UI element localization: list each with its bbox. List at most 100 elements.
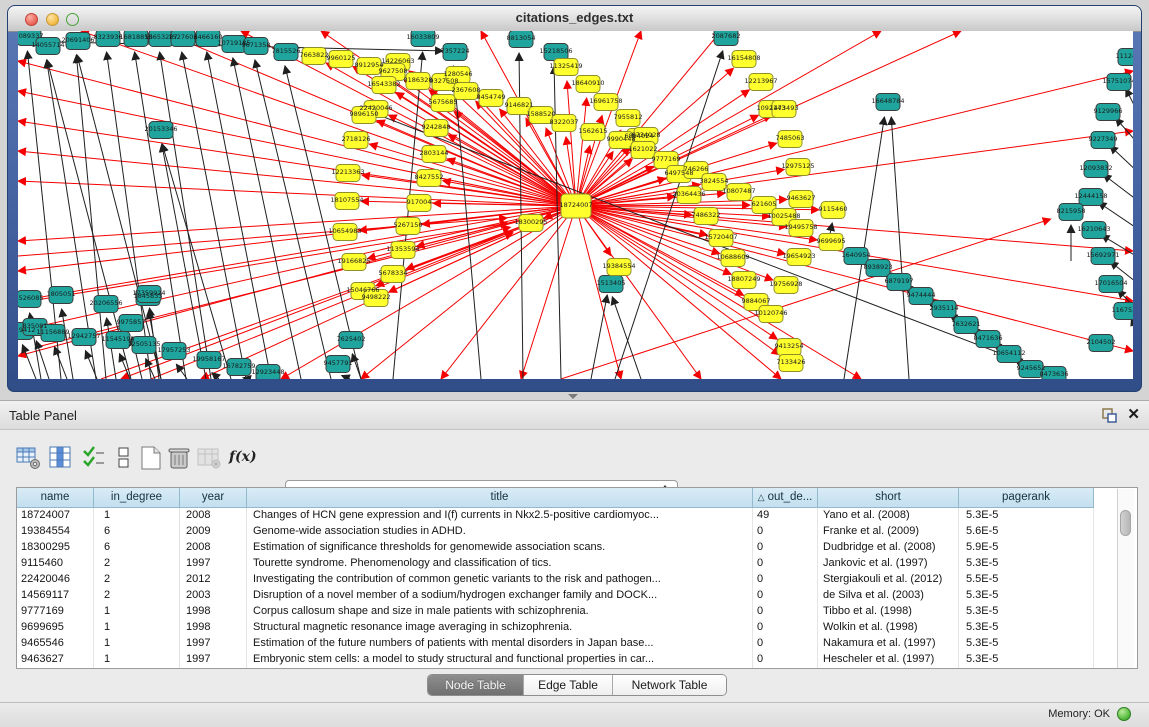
table-cell[interactable]: 6 [94, 540, 180, 556]
scrollbar-thumb[interactable] [1120, 510, 1131, 536]
table-cell[interactable]: Embryonic stem cells: a model to study s… [247, 652, 753, 668]
table-row[interactable]: 1938455462009Genome-wide association stu… [17, 524, 1094, 540]
table-cell[interactable]: Disruption of a novel member of a sodium… [247, 588, 753, 604]
table-row[interactable]: 969969511998Structural magnetic resonanc… [17, 620, 1094, 636]
column-header-out_de[interactable]: △out_de... [753, 488, 818, 508]
tab-edge-table[interactable]: Edge Table [524, 675, 613, 695]
table-cell[interactable]: 9115460 [17, 556, 94, 572]
table-cell[interactable]: Jankovic et al. (1997) [818, 556, 959, 572]
table-row[interactable]: 946554611997Estimation of the future num… [17, 636, 1094, 652]
table-cell[interactable]: 22420046 [17, 572, 94, 588]
column-header-name[interactable]: name [17, 488, 94, 508]
citation-network-graph[interactable]: 2089337140557142069140683239361681885316… [18, 31, 1133, 379]
table-cell[interactable]: 1 [94, 636, 180, 652]
table-cell[interactable]: 5.3E-5 [959, 556, 1094, 572]
column-header-title[interactable]: title [247, 488, 753, 508]
column-header-short[interactable]: short [818, 488, 959, 508]
close-panel-icon[interactable]: ✕ [1127, 406, 1140, 424]
table-cell[interactable]: 9777169 [17, 604, 94, 620]
table-row[interactable]: 1456911722003Disruption of a novel membe… [17, 588, 1094, 604]
table-cell[interactable]: Structural magnetic resonance image aver… [247, 620, 753, 636]
table-cell[interactable]: 0 [753, 620, 818, 636]
table-cell[interactable]: 1997 [180, 652, 247, 668]
table-cell[interactable]: 2009 [180, 524, 247, 540]
table-columns-icon[interactable] [48, 445, 74, 471]
table-cell[interactable]: 0 [753, 572, 818, 588]
table-cell[interactable]: 0 [753, 540, 818, 556]
table-cell[interactable]: de Silva et al. (2003) [818, 588, 959, 604]
table-cell[interactable]: 9699695 [17, 620, 94, 636]
window-titlebar[interactable]: citations_edges.txt [8, 6, 1141, 32]
table-cell[interactable]: 1997 [180, 556, 247, 572]
splitter-handle[interactable] [568, 394, 578, 399]
table-cell[interactable]: Corpus callosum shape and size in male p… [247, 604, 753, 620]
table-cell[interactable]: 5.3E-5 [959, 588, 1094, 604]
table-settings-icon[interactable] [16, 445, 42, 471]
table-cell[interactable]: 2 [94, 572, 180, 588]
table-row[interactable]: 1872400712008Changes of HCN gene express… [17, 508, 1094, 524]
table-cell[interactable]: 14569117 [17, 588, 94, 604]
table-cell[interactable]: 1 [94, 620, 180, 636]
table-cell[interactable]: 6 [94, 524, 180, 540]
table-cell[interactable]: Genome-wide association studies in ADHD. [247, 524, 753, 540]
table-cell[interactable]: 1 [94, 652, 180, 668]
table-cell[interactable]: Estimation of significance thresholds fo… [247, 540, 753, 556]
table-cell[interactable]: Changes of HCN gene expression and I(f) … [247, 508, 753, 524]
table-cell[interactable]: Nakamura et al. (1997) [818, 636, 959, 652]
table-row[interactable]: 946362711997Embryonic stem cells: a mode… [17, 652, 1094, 668]
table-cell[interactable]: Investigating the contribution of common… [247, 572, 753, 588]
table-cell[interactable]: 0 [753, 524, 818, 540]
table-cell[interactable]: Franke et al. (2009) [818, 524, 959, 540]
table-cell[interactable]: Tibbo et al. (1998) [818, 604, 959, 620]
function-builder-icon[interactable]: f(x) [229, 449, 257, 465]
delete-table-icon[interactable] [166, 445, 192, 471]
column-header-in_degree[interactable]: in_degree [94, 488, 180, 508]
table-cell[interactable]: 18300295 [17, 540, 94, 556]
table-cell[interactable]: 2 [94, 556, 180, 572]
table-cell[interactable]: 0 [753, 556, 818, 572]
table-row[interactable]: 911546021997Tourette syndrome. Phenomeno… [17, 556, 1094, 572]
table-cell[interactable]: Dudbridge et al. (2008) [818, 540, 959, 556]
table-cell[interactable]: 1 [94, 604, 180, 620]
column-header-pagerank[interactable]: pagerank [959, 488, 1094, 508]
table-cell[interactable]: 1 [94, 508, 180, 524]
table-row[interactable]: 977716911998Corpus callosum shape and si… [17, 604, 1094, 620]
table-cell[interactable]: 49 [753, 508, 818, 524]
table-cell[interactable]: 1997 [180, 636, 247, 652]
table-cell[interactable]: 9465546 [17, 636, 94, 652]
table-cell[interactable]: 5.3E-5 [959, 636, 1094, 652]
table-cell[interactable]: 1998 [180, 604, 247, 620]
table-cell[interactable]: 9463627 [17, 652, 94, 668]
table-cell[interactable]: 0 [753, 636, 818, 652]
table-cell[interactable]: 2003 [180, 588, 247, 604]
table-cell[interactable]: Tourette syndrome. Phenomenology and cla… [247, 556, 753, 572]
table-cell[interactable]: 5.5E-5 [959, 572, 1094, 588]
column-header-year[interactable]: year [180, 488, 247, 508]
table-cell[interactable]: 0 [753, 604, 818, 620]
table-cell[interactable]: Hescheler et al. (1997) [818, 652, 959, 668]
table-cell[interactable]: Yano et al. (2008) [818, 508, 959, 524]
table-cell[interactable]: 0 [753, 588, 818, 604]
new-table-icon[interactable] [138, 445, 164, 471]
table-cell[interactable]: 2008 [180, 540, 247, 556]
row-height-icon[interactable] [112, 445, 138, 471]
table-cell[interactable]: 5.3E-5 [959, 604, 1094, 620]
tab-network-table[interactable]: Network Table [613, 675, 726, 695]
table-cell[interactable]: 18724007 [17, 508, 94, 524]
table-cell[interactable]: Estimation of the future numbers of pati… [247, 636, 753, 652]
table-cell[interactable]: 5.3E-5 [959, 620, 1094, 636]
table-cell[interactable]: 5.6E-5 [959, 524, 1094, 540]
table-cell[interactable]: 1998 [180, 620, 247, 636]
vertical-scrollbar[interactable] [1117, 489, 1134, 668]
select-attributes-icon[interactable] [82, 445, 108, 471]
table-cell[interactable]: 5.9E-5 [959, 540, 1094, 556]
table-cell[interactable]: Stergiakouli et al. (2012) [818, 572, 959, 588]
table-cell[interactable]: 5.3E-5 [959, 652, 1094, 668]
table-cell[interactable]: Wolkin et al. (1998) [818, 620, 959, 636]
network-canvas[interactable]: 2089337140557142069140683239361681885316… [18, 31, 1133, 379]
table-row[interactable]: 2242004622012Investigating the contribut… [17, 572, 1094, 588]
table-cell[interactable]: 19384554 [17, 524, 94, 540]
table-cell[interactable]: 5.3E-5 [959, 508, 1094, 524]
table-cell[interactable]: 2012 [180, 572, 247, 588]
table-cell[interactable]: 2 [94, 588, 180, 604]
